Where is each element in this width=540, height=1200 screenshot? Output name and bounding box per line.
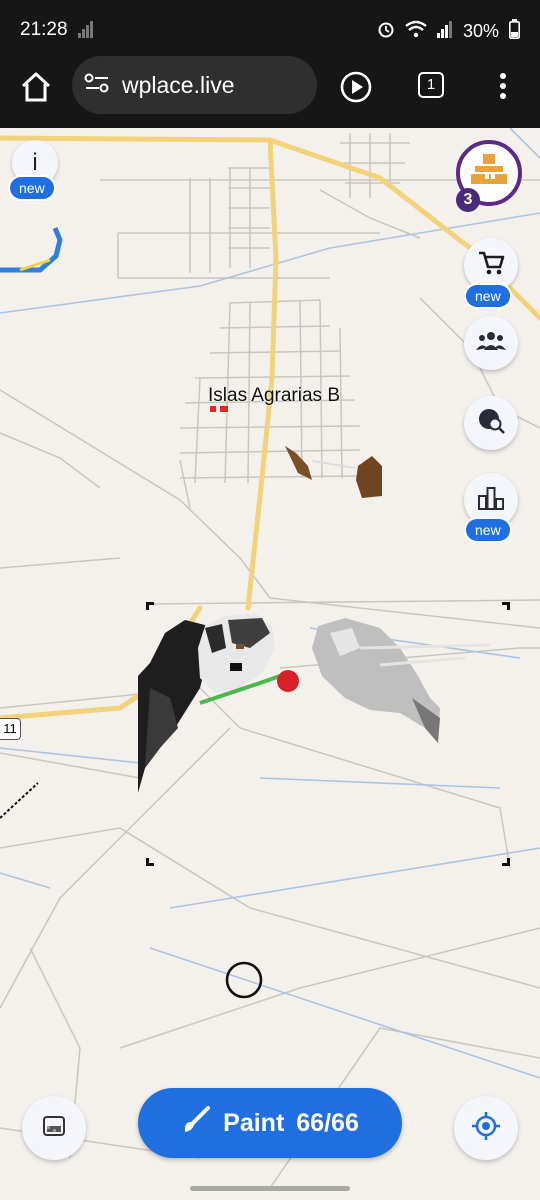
palette-icon bbox=[43, 1115, 65, 1141]
paint-charges: 66/66 bbox=[296, 1108, 359, 1137]
locate-button[interactable] bbox=[454, 1096, 518, 1160]
bar-chart-icon bbox=[478, 486, 504, 515]
map-layer bbox=[0, 128, 540, 1189]
alarm-icon bbox=[377, 20, 395, 43]
more-icon[interactable] bbox=[498, 72, 508, 105]
site-settings-icon[interactable] bbox=[84, 71, 110, 100]
palette-button[interactable] bbox=[22, 1096, 86, 1160]
tab-switcher-icon[interactable]: 1 bbox=[418, 72, 444, 98]
info-icon: i bbox=[32, 149, 38, 176]
paint-button[interactable]: Paint 66/66 bbox=[138, 1088, 402, 1158]
home-icon[interactable] bbox=[19, 70, 53, 109]
avatar-icon bbox=[469, 153, 509, 193]
map-canvas[interactable]: Islas Agrarias B 11 bbox=[0, 128, 540, 1200]
play-icon[interactable] bbox=[340, 71, 372, 108]
road-number-shield: 11 bbox=[0, 718, 21, 740]
cell-signal-icon bbox=[436, 20, 453, 43]
battery-icon bbox=[509, 19, 520, 44]
people-icon bbox=[476, 330, 506, 357]
gesture-handle bbox=[190, 1186, 350, 1191]
battery-percent: 30% bbox=[462, 21, 499, 41]
address-bar[interactable]: wplace.live bbox=[72, 56, 317, 114]
url-text[interactable]: wplace.live bbox=[122, 72, 235, 99]
wifi-icon bbox=[405, 20, 427, 43]
tab-count: 1 bbox=[426, 76, 436, 93]
status-bar: 21:28 30% bbox=[0, 0, 540, 60]
brush-icon bbox=[181, 1105, 211, 1142]
status-time: 21:28 bbox=[20, 19, 68, 40]
status-icons: 30% bbox=[377, 19, 520, 44]
search-location-button[interactable] bbox=[464, 396, 518, 450]
globe-search-icon bbox=[477, 407, 505, 440]
info-new-badge: new bbox=[10, 177, 54, 199]
locate-icon bbox=[470, 1110, 502, 1147]
shop-new-badge: new bbox=[466, 285, 510, 307]
alliance-button[interactable] bbox=[464, 316, 518, 370]
signal-icon bbox=[78, 20, 94, 43]
place-label: Islas Agrarias B bbox=[208, 385, 340, 406]
profile-level-badge: 3 bbox=[456, 188, 480, 212]
cart-icon bbox=[477, 249, 505, 282]
shop-button[interactable] bbox=[464, 238, 518, 292]
leaderboard-new-badge: new bbox=[466, 519, 510, 541]
paint-label: Paint bbox=[223, 1108, 285, 1137]
